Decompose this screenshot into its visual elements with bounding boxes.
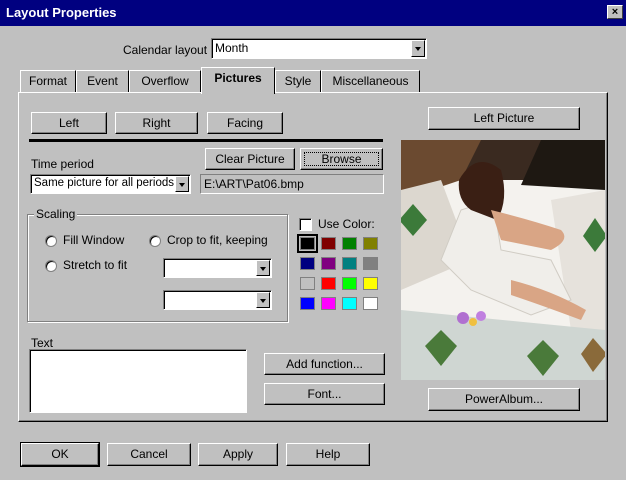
- left-button[interactable]: Left: [31, 112, 107, 134]
- time-period-value: Same picture for all periods: [34, 177, 174, 189]
- crop-option-select-2[interactable]: [163, 290, 272, 310]
- stretch-to-fit-label: Stretch to fit: [63, 258, 128, 272]
- left-picture-label: Left Picture: [473, 111, 535, 125]
- color-palette: [297, 234, 388, 317]
- color-swatch[interactable]: [297, 234, 318, 253]
- tab-style[interactable]: Style: [275, 70, 321, 92]
- clear-picture-label: Clear Picture: [215, 152, 285, 166]
- cancel-button-label: Cancel: [130, 447, 168, 461]
- right-button[interactable]: Right: [115, 112, 198, 134]
- color-swatch[interactable]: [363, 277, 378, 290]
- calendar-layout-label: Calendar layout: [123, 43, 208, 57]
- crop-to-fit-radio[interactable]: [149, 235, 161, 247]
- left-picture-button[interactable]: Left Picture: [428, 107, 580, 130]
- tab-label: Overflow: [141, 74, 189, 88]
- color-swatch[interactable]: [363, 257, 378, 270]
- chevron-down-icon[interactable]: [411, 40, 425, 57]
- picture-preview: [401, 140, 605, 380]
- color-swatch[interactable]: [300, 277, 315, 290]
- apply-button-label: Apply: [222, 447, 254, 461]
- add-function-button[interactable]: Add function...: [264, 353, 385, 375]
- stretch-to-fit-radio[interactable]: [45, 260, 57, 272]
- chevron-down-icon[interactable]: [256, 260, 270, 276]
- calendar-layout-select[interactable]: Month: [211, 38, 427, 59]
- tab-label: Style: [284, 74, 312, 88]
- time-period-select[interactable]: Same picture for all periods: [30, 174, 191, 194]
- color-swatch[interactable]: [363, 237, 378, 250]
- use-color-label: Use Color:: [318, 217, 375, 231]
- left-button-label: Left: [58, 116, 79, 130]
- crop-to-fit-label: Crop to fit, keeping: [167, 233, 268, 247]
- crop-option-select-1[interactable]: [163, 258, 272, 278]
- calendar-layout-value: Month: [215, 41, 249, 55]
- tab-label: Format: [28, 74, 67, 88]
- color-swatch[interactable]: [300, 257, 315, 270]
- scaling-label: Scaling: [34, 207, 78, 221]
- add-function-label: Add function...: [286, 357, 363, 371]
- color-swatch[interactable]: [321, 257, 336, 270]
- right-button-label: Right: [142, 116, 171, 130]
- chevron-down-icon[interactable]: [175, 176, 189, 192]
- tab-pictures[interactable]: Pictures: [201, 67, 275, 94]
- use-color-checkbox[interactable]: [299, 218, 312, 231]
- tab-label: Pictures: [214, 71, 262, 85]
- browse-button-label: Browse: [321, 152, 362, 166]
- facing-button[interactable]: Facing: [207, 112, 283, 134]
- help-button-label: Help: [315, 447, 341, 461]
- apply-button[interactable]: Apply: [198, 443, 278, 466]
- file-path-value: E:\ART\Pat06.bmp: [204, 177, 304, 191]
- fill-window-radio[interactable]: [45, 235, 57, 247]
- font-button[interactable]: Font...: [264, 383, 385, 405]
- window-title: Layout Properties: [6, 5, 117, 20]
- tab-format[interactable]: Format: [20, 70, 76, 92]
- text-input[interactable]: [29, 349, 247, 413]
- ok-button[interactable]: OK: [20, 442, 100, 467]
- tab-event[interactable]: Event: [76, 70, 129, 92]
- tab-overflow[interactable]: Overflow: [129, 70, 201, 92]
- poweralbum-button[interactable]: PowerAlbum...: [428, 388, 580, 411]
- color-swatch[interactable]: [321, 277, 336, 290]
- tab-miscellaneous[interactable]: Miscellaneous: [321, 70, 420, 92]
- poweralbum-label: PowerAlbum...: [464, 392, 544, 406]
- color-swatch[interactable]: [342, 237, 357, 250]
- color-swatch[interactable]: [342, 257, 357, 270]
- color-swatch[interactable]: [321, 237, 336, 250]
- close-icon[interactable]: ×: [607, 5, 623, 19]
- color-swatch[interactable]: [363, 297, 378, 310]
- color-swatch[interactable]: [342, 277, 357, 290]
- text-label: Text: [31, 336, 54, 350]
- photo-image: [401, 140, 605, 380]
- time-period-label: Time period: [31, 157, 94, 171]
- ok-button-label: OK: [51, 447, 69, 461]
- color-swatch[interactable]: [342, 297, 357, 310]
- cancel-button[interactable]: Cancel: [107, 443, 191, 466]
- file-path-field: E:\ART\Pat06.bmp: [200, 174, 384, 194]
- chevron-down-icon[interactable]: [256, 292, 270, 308]
- tab-label: Event: [87, 74, 118, 88]
- tab-label: Miscellaneous: [332, 74, 409, 88]
- facing-button-label: Facing: [226, 116, 264, 130]
- divider-line: [29, 139, 383, 142]
- color-swatch[interactable]: [300, 297, 315, 310]
- help-button[interactable]: Help: [286, 443, 370, 466]
- browse-button[interactable]: Browse: [300, 148, 383, 170]
- color-swatch[interactable]: [321, 297, 336, 310]
- clear-picture-button[interactable]: Clear Picture: [205, 148, 295, 170]
- font-button-label: Font...: [307, 387, 342, 401]
- title-bar: Layout Properties ×: [0, 0, 626, 26]
- fill-window-label: Fill Window: [63, 233, 125, 247]
